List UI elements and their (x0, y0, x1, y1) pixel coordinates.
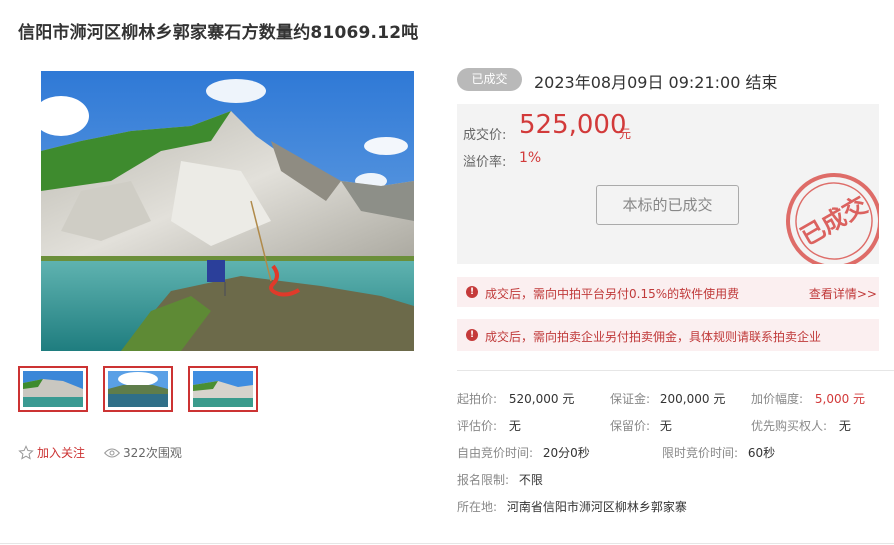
priority-value: 无 (838, 419, 851, 433)
price-panel: 成交价: 525,000 元 溢价率: 1% 本标的已成交 已成交 (457, 104, 879, 264)
bottom-divider (0, 543, 894, 544)
appraisal-value: 无 (508, 419, 521, 433)
registration-restriction: 报名限制: 不限 (457, 471, 543, 488)
follow-label: 加入关注 (37, 446, 86, 460)
divider (457, 370, 894, 371)
limit-time-value: 60秒 (747, 446, 776, 460)
premium-rate-value: 1% (519, 150, 542, 166)
restriction-value: 不限 (518, 473, 543, 487)
view-count: 322次围观 (104, 444, 182, 461)
eye-icon (104, 448, 120, 457)
notice-commission: ! 成交后，需向拍卖企业另付拍卖佣金，具体规则请联系拍卖企业 (457, 319, 879, 351)
deposit-value: 200,000 元 (659, 392, 726, 406)
star-icon (18, 444, 34, 460)
start-price-label: 起拍价: (457, 392, 498, 406)
sold-status-button[interactable]: 本标的已成交 (596, 185, 739, 225)
views-label: 322次围观 (123, 446, 182, 460)
free-bid-time: 自由竞价时间: 20分0秒 (457, 444, 590, 461)
premium-rate-label: 溢价率: (463, 155, 507, 170)
location-label: 所在地: (457, 500, 498, 514)
page-title: 信阳市浉河区柳林乡郭家寨石方数量约81069.12吨 (18, 23, 419, 43)
priority-label: 优先购买权人: (751, 419, 828, 433)
start-price: 起拍价: 520,000 元 (457, 390, 574, 407)
thumbnail-3[interactable] (188, 366, 258, 412)
appraisal-label: 评估价: (457, 419, 498, 433)
location: 所在地: 河南省信阳市浉河区柳林乡郭家寨 (457, 498, 687, 515)
reserve-price: 保留价: 无 (610, 417, 672, 434)
free-time-label: 自由竞价时间: (457, 446, 534, 460)
alert-icon: ! (466, 329, 478, 341)
follow-button[interactable]: 加入关注 (18, 444, 85, 461)
deposit-label: 保证金: (610, 392, 651, 406)
quarry-lake-image (41, 71, 414, 351)
status-badge: 已成交 (457, 68, 522, 91)
increment-value: 5,000 元 (814, 392, 866, 406)
reserve-label: 保留价: (610, 419, 651, 433)
thumbnail-2[interactable] (103, 366, 173, 412)
thumbnail-image (193, 371, 253, 407)
main-photo[interactable] (41, 71, 414, 351)
start-price-value: 520,000 元 (508, 392, 575, 406)
stamp-text: 已成交 (796, 191, 872, 251)
location-value: 河南省信阳市浉河区柳林乡郭家寨 (506, 500, 687, 514)
notice-text: 成交后，需向中拍平台另付0.15%的软件使用费 (485, 287, 740, 301)
deal-price-value: 525,000 (519, 110, 627, 140)
increment-label: 加价幅度: (751, 392, 804, 406)
restriction-label: 报名限制: (457, 473, 510, 487)
thumbnail-1[interactable] (18, 366, 88, 412)
appraisal-price: 评估价: 无 (457, 417, 521, 434)
deal-price-unit: 元 (619, 127, 632, 141)
free-time-value: 20分0秒 (542, 446, 590, 460)
limited-bid-time: 限时竞价时间: 60秒 (662, 444, 775, 461)
priority-buyer: 优先购买权人: 无 (751, 417, 851, 434)
bid-increment: 加价幅度: 5,000 元 (751, 390, 865, 407)
alert-icon: ! (466, 286, 478, 298)
thumbnail-image (23, 371, 83, 407)
sold-stamp: 已成交 (786, 173, 879, 264)
deal-price-label: 成交价: (463, 128, 507, 143)
notice-text: 成交后，需向拍卖企业另付拍卖佣金，具体规则请联系拍卖企业 (485, 330, 822, 344)
reserve-value: 无 (659, 419, 672, 433)
deposit: 保证金: 200,000 元 (610, 390, 725, 407)
view-details-link[interactable]: 查看详情>> (809, 285, 877, 302)
thumbnail-image (108, 371, 168, 407)
end-time: 2023年08月09日 09:21:00 结束 (534, 73, 778, 92)
limit-time-label: 限时竞价时间: (662, 446, 739, 460)
notice-software-fee: ! 成交后，需向中拍平台另付0.15%的软件使用费 查看详情>> (457, 277, 879, 307)
